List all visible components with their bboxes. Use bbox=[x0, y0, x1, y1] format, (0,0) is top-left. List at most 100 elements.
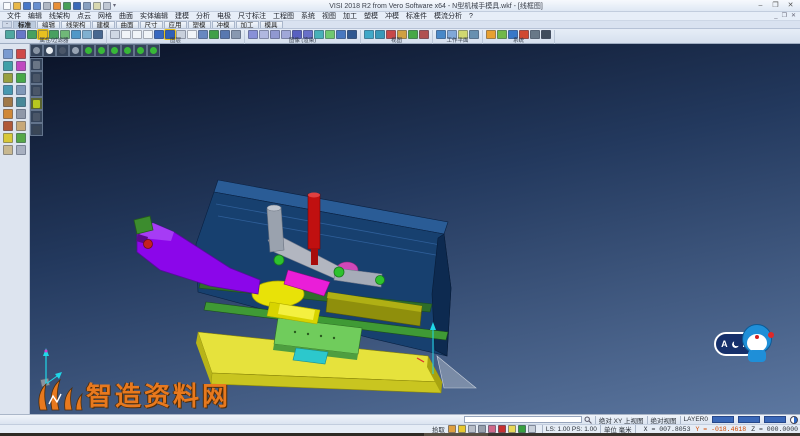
snap-mode-button[interactable] bbox=[478, 425, 486, 433]
ribbon-icon[interactable] bbox=[270, 30, 280, 39]
quick-access-icon[interactable] bbox=[53, 2, 61, 10]
ribbon-icon[interactable] bbox=[325, 30, 335, 39]
quick-access-icon[interactable] bbox=[23, 2, 31, 10]
ribbon-icon[interactable] bbox=[408, 30, 418, 39]
ribbon-icon[interactable] bbox=[132, 30, 142, 39]
tool-icon[interactable] bbox=[16, 121, 26, 131]
layer-color-swatch[interactable] bbox=[764, 416, 786, 423]
tool-icon[interactable] bbox=[3, 85, 13, 95]
toolbar-tab[interactable]: 标准 bbox=[13, 21, 36, 28]
ribbon-icon[interactable] bbox=[110, 30, 120, 39]
tool-icon[interactable] bbox=[3, 61, 13, 71]
snap-mode-button[interactable] bbox=[518, 425, 526, 433]
model-part-pin[interactable] bbox=[334, 267, 344, 277]
menu-item[interactable]: 尺寸标注 bbox=[235, 12, 269, 21]
toolbar-tab[interactable]: 建模 bbox=[92, 21, 115, 28]
ribbon-icon[interactable] bbox=[187, 30, 197, 39]
ribbon-icon[interactable] bbox=[5, 30, 15, 39]
render-mode-toggle[interactable] bbox=[790, 416, 798, 424]
quick-access-icon[interactable] bbox=[3, 2, 11, 10]
ribbon-icon[interactable] bbox=[469, 30, 479, 39]
viewport-view-button[interactable] bbox=[43, 44, 56, 57]
tool-icon[interactable] bbox=[16, 97, 26, 107]
input-method-widget[interactable]: A bbox=[714, 324, 776, 368]
snap-mode-button[interactable] bbox=[528, 425, 536, 433]
viewport-view-button[interactable] bbox=[95, 44, 108, 57]
menu-item[interactable]: 系统 bbox=[298, 12, 318, 21]
viewport-view-button[interactable] bbox=[69, 44, 82, 57]
ribbon-icon[interactable] bbox=[71, 30, 81, 39]
toolbar-tab[interactable]: 编辑 bbox=[37, 21, 60, 28]
quick-access-icon[interactable] bbox=[43, 2, 51, 10]
model-part-gray-cylinder[interactable] bbox=[267, 207, 284, 252]
menu-item[interactable]: 塑模 bbox=[361, 12, 381, 21]
model-part-pin[interactable] bbox=[376, 276, 385, 285]
model-part-red-cylinder[interactable] bbox=[308, 194, 320, 249]
mdi-minimize-button[interactable]: _ bbox=[774, 12, 777, 20]
moon-icon[interactable] bbox=[732, 341, 739, 348]
tool-icon[interactable] bbox=[3, 121, 13, 131]
ribbon-icon[interactable] bbox=[497, 30, 507, 39]
tool-icon[interactable] bbox=[3, 97, 13, 107]
ribbon-icon[interactable] bbox=[209, 30, 219, 39]
menu-item[interactable]: ? bbox=[466, 12, 476, 21]
toolbar-tab[interactable]: 塑模 bbox=[188, 21, 211, 28]
units-indicator[interactable]: 单位 毫米 bbox=[604, 424, 632, 434]
cad-viewport[interactable]: 智造资料网 A bbox=[30, 44, 800, 414]
tool-icon[interactable] bbox=[3, 133, 13, 143]
ribbon-icon[interactable] bbox=[27, 30, 37, 39]
ribbon-icon[interactable] bbox=[259, 30, 269, 39]
toolbar-tab[interactable]: 应用 bbox=[164, 21, 187, 28]
ribbon-icon[interactable] bbox=[231, 30, 241, 39]
ribbon-icon[interactable] bbox=[154, 30, 164, 39]
ribbon-icon[interactable] bbox=[486, 30, 496, 39]
minimize-button[interactable]: – bbox=[756, 1, 765, 11]
mdi-restore-button[interactable]: ❐ bbox=[782, 12, 787, 20]
ribbon-icon[interactable] bbox=[375, 30, 385, 39]
toolbar-tab[interactable]: 线架构 bbox=[61, 21, 91, 28]
quick-access-icon[interactable] bbox=[73, 2, 81, 10]
menu-item[interactable]: 视图 bbox=[319, 12, 339, 21]
layer-color-swatch[interactable] bbox=[712, 416, 734, 423]
tool-icon[interactable] bbox=[3, 49, 13, 59]
viewport-zoom-button[interactable] bbox=[30, 123, 43, 136]
menu-item[interactable]: 电极 bbox=[214, 12, 234, 21]
snap-mode-button[interactable] bbox=[468, 425, 476, 433]
snap-mode-button[interactable] bbox=[488, 425, 496, 433]
viewport-zoom-button[interactable] bbox=[30, 97, 43, 110]
layer-color-swatch[interactable] bbox=[738, 416, 760, 423]
ribbon-icon[interactable] bbox=[121, 30, 131, 39]
viewport-view-button[interactable] bbox=[147, 44, 160, 57]
ribbon-icon[interactable] bbox=[93, 30, 103, 39]
toolbar-tab[interactable]: 尺寸 bbox=[140, 21, 163, 28]
ribbon-icon[interactable] bbox=[336, 30, 346, 39]
menu-item[interactable]: 建模 bbox=[172, 12, 192, 21]
toolbar-tab[interactable]: 加工 bbox=[236, 21, 259, 28]
menu-item[interactable]: 实体编辑 bbox=[137, 12, 171, 21]
ribbon-icon[interactable] bbox=[541, 30, 551, 39]
tool-icon[interactable] bbox=[16, 145, 26, 155]
tool-icon[interactable] bbox=[16, 109, 26, 119]
mdi-close-button[interactable]: ✕ bbox=[791, 12, 796, 20]
menu-item[interactable]: 曲面 bbox=[116, 12, 136, 21]
tool-icon[interactable] bbox=[16, 49, 26, 59]
quick-access-icon[interactable] bbox=[63, 2, 71, 10]
menu-item[interactable]: 分析 bbox=[193, 12, 213, 21]
toolbar-tab[interactable]: 模具 bbox=[260, 21, 283, 28]
ribbon-icon[interactable] bbox=[248, 30, 258, 39]
quick-access-icon[interactable] bbox=[13, 2, 21, 10]
menu-item[interactable]: 点云 bbox=[74, 12, 94, 21]
view-mode-indicator[interactable]: 绝对 XY 上视图 bbox=[599, 415, 644, 425]
menu-item[interactable]: 工程图 bbox=[270, 12, 297, 21]
maximize-button[interactable]: ❐ bbox=[771, 1, 780, 11]
snap-mode-button[interactable] bbox=[458, 425, 466, 433]
menu-item[interactable]: 冲模 bbox=[382, 12, 402, 21]
view-reference-indicator[interactable]: 绝对视图 bbox=[651, 415, 677, 425]
ribbon-icon[interactable] bbox=[436, 30, 446, 39]
viewport-zoom-button[interactable] bbox=[30, 58, 43, 71]
tool-icon[interactable] bbox=[16, 85, 26, 95]
close-button[interactable]: ✕ bbox=[786, 1, 795, 11]
model-part-pin[interactable] bbox=[274, 255, 284, 265]
viewport-view-button[interactable] bbox=[82, 44, 95, 57]
viewport-view-button[interactable] bbox=[56, 44, 69, 57]
